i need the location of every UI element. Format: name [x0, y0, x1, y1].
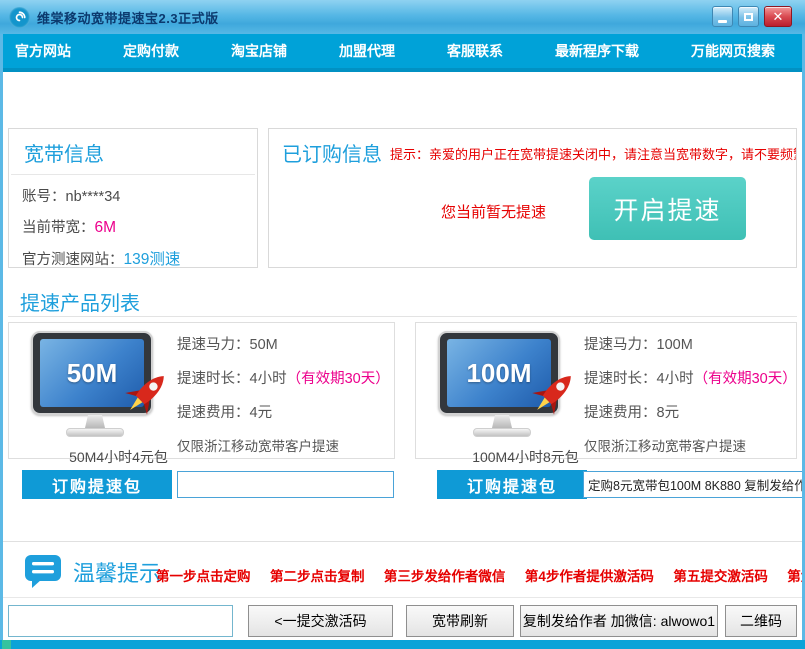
products-divider: [8, 316, 797, 317]
product-note: 仅限浙江移动宽带客户提速: [584, 435, 797, 455]
tips-divider: [0, 541, 805, 542]
ordered-info-title: 已订购信息: [282, 138, 382, 167]
broadband-info-panel: 宽带信息 账号：nb****34 当前带宽：6M 官方测速网站：139测速: [8, 128, 258, 268]
tip-step-3: 第三步发给作者微信: [384, 569, 506, 584]
nav-item-web-search[interactable]: 万能网页搜索: [691, 41, 775, 61]
product-50m-icon: 50M 50M4小时4元包: [31, 331, 159, 437]
power-value: 100M: [657, 337, 693, 353]
power-value: 50M: [250, 337, 278, 353]
boost-status-text: 您当前暂无提速: [441, 201, 546, 222]
duration-value: 4小时: [250, 371, 287, 387]
qr-code-button[interactable]: 二维码: [725, 605, 797, 637]
window-title: 维棠移动宽带提速宝2.3正式版: [37, 8, 219, 27]
chat-bubble-icon: [24, 553, 62, 589]
account-value: nb****34: [66, 189, 121, 205]
product-card-50m: 50M 50M4小时4元包 提速马力：50M 提速时长：4小时（有效期30天） …: [8, 322, 395, 459]
broadband-info-title: 宽带信息: [24, 144, 104, 166]
duration-label: 提速时长：: [584, 371, 657, 387]
copy-to-author-button[interactable]: 复制发给作者 加微信: alwowo1: [520, 605, 718, 637]
fee-label: 提速费用：: [177, 405, 250, 421]
tips-steps: 第一步点击定购 第二步点击复制 第三步发给作者微信 第4步作者提供激活码 第五提…: [156, 565, 805, 586]
window-border-left: [0, 34, 3, 649]
duration-label: 提速时长：: [177, 371, 250, 387]
activation-code-input[interactable]: [8, 605, 233, 637]
order-100m-code-input[interactable]: [583, 471, 805, 498]
product-100m-icon: 100M 100M4小时8元包: [438, 331, 566, 437]
tip-step-1: 第一步点击定购: [156, 569, 251, 584]
products-title: 提速产品列表: [20, 287, 140, 316]
broadband-refresh-button[interactable]: 宽带刷新: [406, 605, 514, 637]
fee-value: 8元: [657, 405, 680, 421]
account-label: 账号：: [22, 189, 66, 205]
nav-item-order-payment[interactable]: 定购付款: [123, 41, 179, 61]
product-card-100m: 100M 100M4小时8元包 提速马力：100M 提速时长：4小时（有效期30…: [415, 322, 797, 459]
nav-item-taobao-shop[interactable]: 淘宝店铺: [231, 41, 287, 61]
title-bar: 维棠移动宽带提速宝2.3正式版 ✕: [0, 0, 805, 34]
product-details: 提速马力：100M 提速时长：4小时（有效期30天） 提速费用：8元 仅限浙江移…: [584, 333, 797, 455]
tips-title: 温馨提示: [73, 556, 161, 588]
nav-item-latest-download[interactable]: 最新程序下载: [555, 41, 639, 61]
minimize-icon: [718, 20, 727, 23]
tip-step-4: 第4步作者提供激活码: [525, 569, 654, 584]
account-row: 账号：nb****34: [9, 175, 257, 206]
submit-activation-button[interactable]: <一提交激活码: [248, 605, 393, 637]
app-logo-icon: [9, 7, 30, 28]
fee-value: 4元: [250, 405, 273, 421]
order-50m-code-input[interactable]: [177, 471, 394, 498]
ordered-info-panel: 已订购信息 提示：亲爱的用户正在宽带提速关闭中，请注意当宽带数字，请不要频繁 您…: [268, 128, 797, 268]
duration-extra: （有效期30天）: [694, 371, 797, 387]
window-border-bottom: [0, 640, 805, 649]
bandwidth-row: 当前带宽：6M: [9, 206, 257, 237]
close-icon: ✕: [773, 9, 784, 25]
speedtest-link[interactable]: 139测速: [124, 251, 181, 268]
maximize-button[interactable]: [738, 6, 759, 27]
close-button[interactable]: ✕: [764, 6, 792, 27]
fee-label: 提速费用：: [584, 405, 657, 421]
tip-step-5: 第五提交激活码: [673, 569, 768, 584]
maximize-icon: [744, 13, 753, 21]
order-50m-button[interactable]: 订购提速包: [22, 470, 172, 499]
nav-item-official-site[interactable]: 官方网站: [15, 41, 71, 61]
rocket-icon: [526, 365, 582, 421]
duration-extra: （有效期30天）: [287, 371, 390, 387]
ordered-info-notice: 提示：亲爱的用户正在宽带提速关闭中，请注意当宽带数字，请不要频繁: [390, 144, 796, 167]
power-label: 提速马力：: [177, 337, 250, 353]
nav-item-join-agent[interactable]: 加盟代理: [339, 41, 395, 61]
nav-item-customer-service[interactable]: 客服联系: [447, 41, 503, 61]
bottom-divider: [0, 597, 805, 598]
tip-step-2: 第二步点击复制: [270, 569, 365, 584]
bandwidth-value: 6M: [95, 219, 117, 236]
nav-bar: 官方网站 定购付款 淘宝店铺 加盟代理 客服联系 最新程序下载 万能网页搜索: [0, 34, 805, 72]
bandwidth-label: 当前带宽：: [22, 220, 95, 236]
app-window: 维棠移动宽带提速宝2.3正式版 ✕ 官方网站 定购付款 淘宝店铺 加盟代理 客服…: [0, 0, 805, 649]
order-100m-button[interactable]: 订购提速包: [437, 470, 587, 499]
speedtest-label: 官方测速网站：: [22, 252, 124, 268]
power-label: 提速马力：: [584, 337, 657, 353]
speedtest-row: 官方测速网站：139测速: [9, 237, 257, 269]
product-note: 仅限浙江移动宽带客户提速: [177, 435, 390, 455]
start-boost-button[interactable]: 开启提速: [589, 177, 746, 240]
window-controls: ✕: [712, 6, 792, 27]
duration-value: 4小时: [657, 371, 694, 387]
bottom-accent: [2, 640, 11, 649]
product-details: 提速马力：50M 提速时长：4小时（有效期30天） 提速费用：4元 仅限浙江移动…: [177, 333, 390, 455]
minimize-button[interactable]: [712, 6, 733, 27]
rocket-icon: [119, 365, 175, 421]
